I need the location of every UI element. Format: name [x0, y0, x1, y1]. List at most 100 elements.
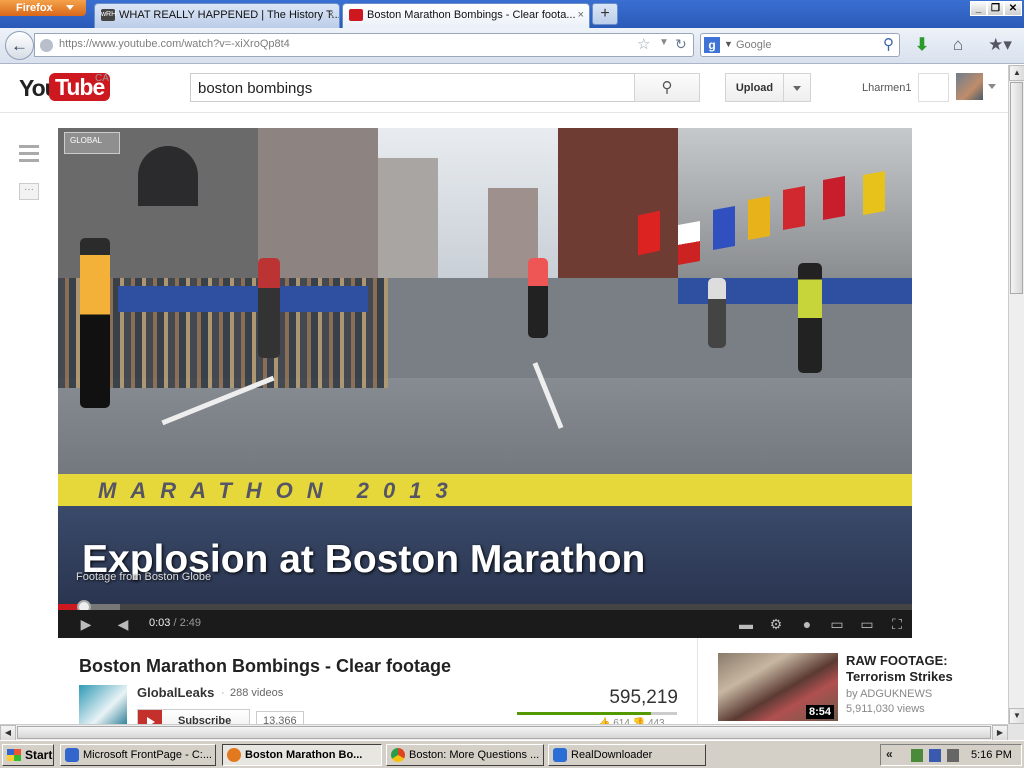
reload-icon[interactable]: ↻ — [675, 36, 687, 53]
duration: / 2:49 — [173, 617, 202, 629]
upload-button[interactable]: Upload — [725, 73, 783, 102]
small-player-icon[interactable]: ▭ — [826, 615, 848, 633]
tray-expand-icon[interactable]: « — [886, 747, 893, 761]
firefox-icon — [227, 748, 241, 762]
volume-icon[interactable]: ◀ — [113, 615, 133, 633]
firefox-menu-label: Firefox — [16, 2, 53, 14]
large-player-icon[interactable]: ▭ — [856, 615, 878, 633]
related-video-channel: by ADGUKNEWS — [846, 688, 933, 700]
history-dropdown-icon[interactable]: ▼ — [659, 37, 669, 48]
video-caption-sub: Footage from Boston Globe — [76, 571, 212, 583]
back-button[interactable]: ← — [5, 31, 34, 60]
video-flag — [713, 206, 735, 250]
play-icon[interactable]: ▶ — [76, 615, 96, 633]
taskbar-item-realdownloader[interactable]: RealDownloader — [548, 744, 706, 766]
video-runner — [528, 258, 548, 338]
taskbar-item-label: Microsoft FrontPage - C:... — [83, 749, 212, 761]
chrome-icon — [391, 748, 405, 762]
more-icon[interactable]: ··· — [19, 183, 39, 200]
video-building — [378, 158, 438, 278]
username-link[interactable]: Lharmen1 — [862, 82, 912, 94]
channel-name[interactable]: GlobalLeaks — [137, 685, 214, 700]
star-icon[interactable]: ☆ — [637, 35, 650, 53]
video-arch — [138, 146, 198, 206]
video-barrier — [118, 286, 368, 312]
horizontal-scroll-thumb[interactable] — [17, 726, 991, 739]
chevron-down-icon[interactable] — [988, 84, 996, 89]
video-runner — [80, 238, 110, 408]
home-icon[interactable]: ⌂ — [946, 33, 970, 57]
tab-close-icon[interactable]: × — [328, 4, 334, 26]
tray-icon-monitor[interactable] — [929, 749, 941, 762]
vertical-scroll-thumb[interactable] — [1010, 82, 1023, 294]
horizontal-scrollbar[interactable]: ◀ ▶ — [0, 724, 1008, 741]
engine-dropdown-icon[interactable]: ▼ — [724, 39, 733, 49]
chevron-down-icon — [66, 5, 74, 10]
close-window-button[interactable]: ✕ — [1004, 1, 1022, 16]
upload-dropdown-button[interactable] — [783, 73, 811, 102]
restore-button[interactable]: ❐ — [987, 1, 1004, 16]
notifications-button[interactable] — [918, 73, 949, 102]
taskbar-item-chrome[interactable]: Boston: More Questions ... — [386, 744, 544, 766]
navigation-toolbar: ← https://www.youtube.com/watch?v=-xiXro… — [0, 28, 1024, 64]
realdownloader-icon — [553, 748, 567, 762]
channel-video-count[interactable]: 288 videos — [230, 687, 283, 699]
search-bar[interactable]: g ▼ Google ⚲ — [700, 33, 900, 57]
video-title: Boston Marathon Bombings - Clear footage — [79, 656, 452, 676]
video-flag — [783, 186, 805, 230]
bookmarks-menu-icon[interactable]: ★▾ — [984, 33, 1016, 57]
view-count: 595,219 — [609, 687, 678, 708]
tab-youtube-video[interactable]: Boston Marathon Bombings - Clear foota..… — [342, 3, 590, 28]
taskbar-item-frontpage[interactable]: Microsoft FrontPage - C:... — [60, 744, 216, 766]
global-badge: GLOBAL — [64, 132, 120, 154]
video-frame[interactable]: MARATHON 2013 GLOBAL Explosion at Boston… — [58, 128, 912, 604]
search-icon[interactable]: ⚲ — [883, 35, 894, 53]
annotations-icon[interactable]: ▬ — [736, 615, 756, 633]
video-building — [258, 128, 378, 278]
clock: 5:16 PM — [971, 749, 1012, 761]
current-time: 0:03 — [149, 617, 171, 629]
avatar[interactable] — [956, 73, 983, 100]
related-video-title[interactable]: RAW FOOTAGE: Terrorism Strikes — [846, 653, 996, 685]
scroll-right-icon[interactable]: ▶ — [992, 725, 1008, 741]
start-button[interactable]: Start — [2, 744, 54, 766]
gear-icon[interactable]: ⚙ — [766, 615, 786, 633]
scroll-up-icon[interactable]: ▲ — [1009, 65, 1024, 81]
tray-icon-network[interactable] — [911, 749, 923, 762]
vertical-scrollbar[interactable]: ▲ ▼ — [1008, 65, 1024, 724]
new-tab-button[interactable]: + — [592, 3, 618, 25]
taskbar-item-label: Boston: More Questions ... — [409, 749, 540, 761]
taskbar-item-label: Boston Marathon Bo... — [245, 749, 363, 761]
firefox-menu-button[interactable]: Firefox — [0, 0, 86, 16]
volume-icon[interactable] — [947, 749, 959, 762]
fullscreen-icon[interactable]: ⛶ — [886, 615, 908, 633]
back-arrow-icon: ← — [11, 36, 28, 55]
player-controls: ▶ ◀ 0:03 / 2:49 ▬ ⚙ ● ▭ ▭ ⛶ — [58, 610, 912, 638]
scroll-left-icon[interactable]: ◀ — [0, 725, 16, 741]
tab-what-really-happened[interactable]: wRH WHAT REALLY HAPPENED | The History T… — [94, 3, 340, 28]
video-runner — [798, 263, 822, 373]
windows-logo-icon — [7, 749, 21, 761]
like-ratio-bar — [517, 712, 677, 715]
address-bar[interactable]: https://www.youtube.com/watch?v=-xiXroQp… — [34, 33, 694, 57]
minimize-button[interactable]: _ — [970, 1, 987, 16]
frontpage-icon — [65, 748, 79, 762]
watch-later-icon[interactable]: ● — [797, 615, 817, 633]
search-input[interactable]: boston bombings — [190, 73, 635, 102]
channel-thumbnail[interactable] — [79, 685, 127, 725]
download-arrow-icon[interactable]: ⬇ — [910, 33, 934, 57]
guide-menu-icon[interactable] — [19, 145, 39, 163]
time-display: 0:03 / 2:49 — [149, 617, 201, 629]
video-flag — [823, 176, 845, 220]
globe-icon — [40, 39, 53, 52]
video-player[interactable]: MARATHON 2013 GLOBAL Explosion at Boston… — [58, 128, 912, 638]
taskbar-item-firefox[interactable]: Boston Marathon Bo... — [222, 744, 382, 766]
chevron-down-icon — [793, 86, 801, 91]
tab-close-icon[interactable]: × — [578, 4, 584, 26]
search-button[interactable]: ⚲ — [634, 73, 700, 102]
video-building — [558, 128, 678, 278]
video-runner — [708, 278, 726, 348]
google-engine-icon[interactable]: g — [704, 37, 720, 53]
taskbar-item-label: RealDownloader — [571, 749, 653, 761]
scroll-down-icon[interactable]: ▼ — [1009, 708, 1024, 724]
